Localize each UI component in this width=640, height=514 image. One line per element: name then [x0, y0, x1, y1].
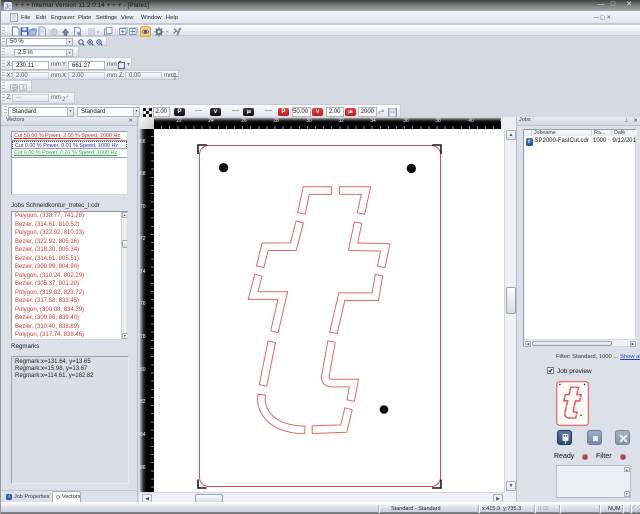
- svg-text:C: C: [8, 5, 12, 10]
